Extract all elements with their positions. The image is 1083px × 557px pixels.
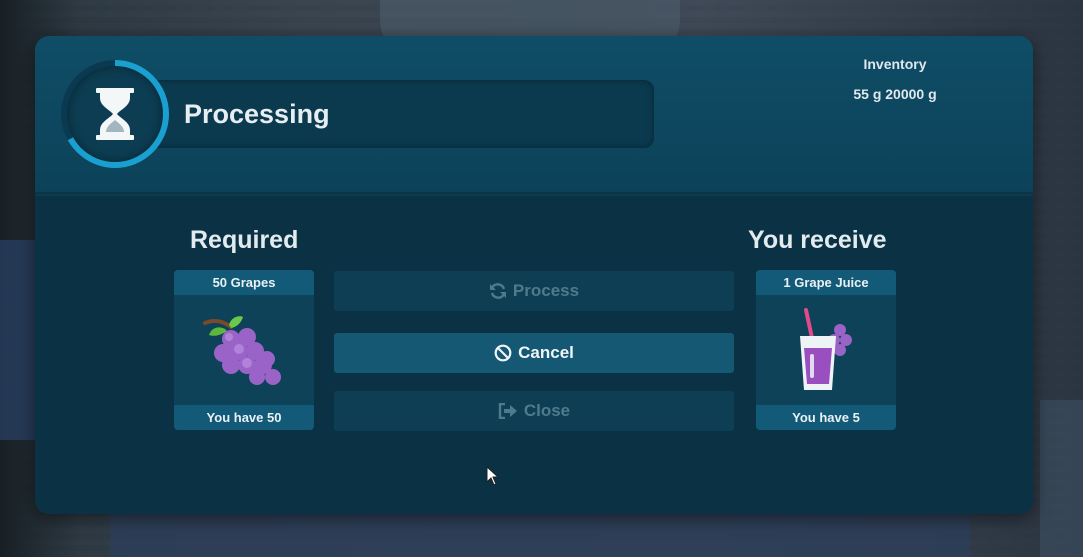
close-label: Close [523,401,571,420]
process-label: Process [512,281,580,300]
dialog-title: Processing [184,98,330,129]
ban-icon [494,344,512,362]
dialog-header: Processing Inventory 55 g 20000 g [35,36,1033,194]
process-button[interactable]: Process [334,271,734,311]
inventory-value: 55 g 20000 g [853,86,937,102]
mouse-cursor-icon [486,466,500,486]
grape-juice-icon [800,308,852,390]
close-button[interactable]: Close [334,391,734,431]
receive-item-card: 1 Grape Juice You have 5 [756,270,896,430]
sign-out-icon [498,403,518,419]
background-decor [0,240,36,440]
required-heading: Required [190,226,299,254]
receive-have-count: You have 5 [756,405,896,430]
required-have-count: You have 50 [174,405,314,430]
progress-ring [61,60,169,168]
background-decor [110,510,970,557]
required-item-name: 50 Grapes [174,270,314,295]
refresh-icon [489,282,507,300]
receive-heading: You receive [748,226,887,254]
inventory-label: Inventory [863,56,927,72]
cancel-label: Cancel [518,343,574,362]
timer-badge [67,66,163,162]
title-bar: Processing [147,80,654,148]
dialog-body: Required You receive 50 Grapes You have … [35,196,1033,514]
required-item-card: 50 Grapes You have 50 [174,270,314,430]
grapes-icon [203,316,281,385]
inventory-panel: Inventory 55 g 20000 g [825,56,965,102]
background-decor [1040,400,1083,557]
hourglass-icon [96,88,134,140]
cancel-button[interactable]: Cancel [334,333,734,373]
processing-dialog: Processing Inventory 55 g 20000 g Requir… [35,36,1033,514]
receive-item-name: 1 Grape Juice [756,270,896,295]
